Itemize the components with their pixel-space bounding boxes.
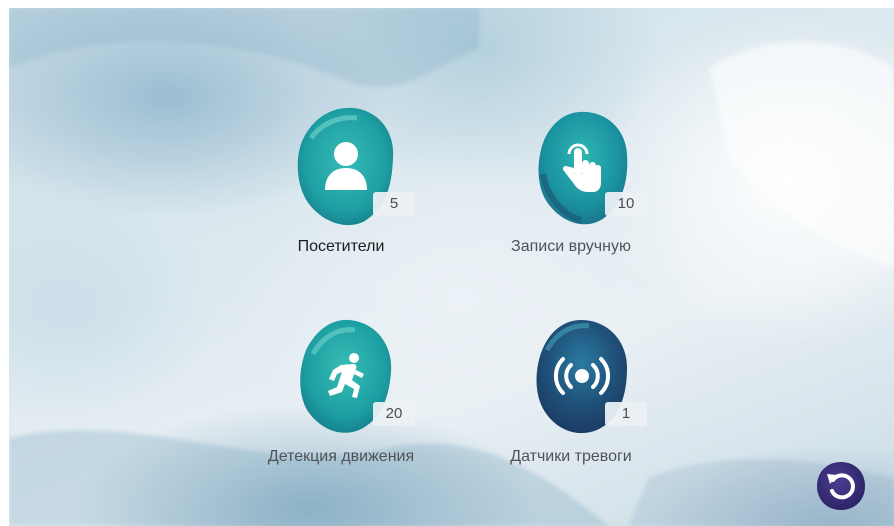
manual-records-count-badge: 10 bbox=[605, 192, 647, 216]
alarm-sensors-label: Датчики тревоги bbox=[510, 448, 632, 465]
manual-records-label: Записи вручную bbox=[511, 238, 631, 255]
menu-item-manual-records[interactable]: 10 Записи вручную bbox=[471, 104, 671, 264]
motion-detection-count-badge: 20 bbox=[373, 402, 415, 426]
motion-detection-label: Детекция движения bbox=[267, 448, 415, 465]
visitors-label: Посетители bbox=[297, 238, 385, 255]
visitors-count-badge: 5 bbox=[373, 192, 415, 216]
menu-item-motion-detection[interactable]: 20 Детекция движения bbox=[241, 314, 441, 474]
menu-item-visitors[interactable]: 5 Посетители bbox=[241, 104, 441, 264]
screen: 5 Посетители 10 Записи вручную 20 Детекц… bbox=[9, 8, 894, 526]
menu-item-alarm-sensors[interactable]: 1 Датчики тревоги bbox=[471, 314, 671, 474]
alarm-sensors-count-badge: 1 bbox=[605, 402, 647, 426]
back-button[interactable] bbox=[815, 460, 867, 512]
